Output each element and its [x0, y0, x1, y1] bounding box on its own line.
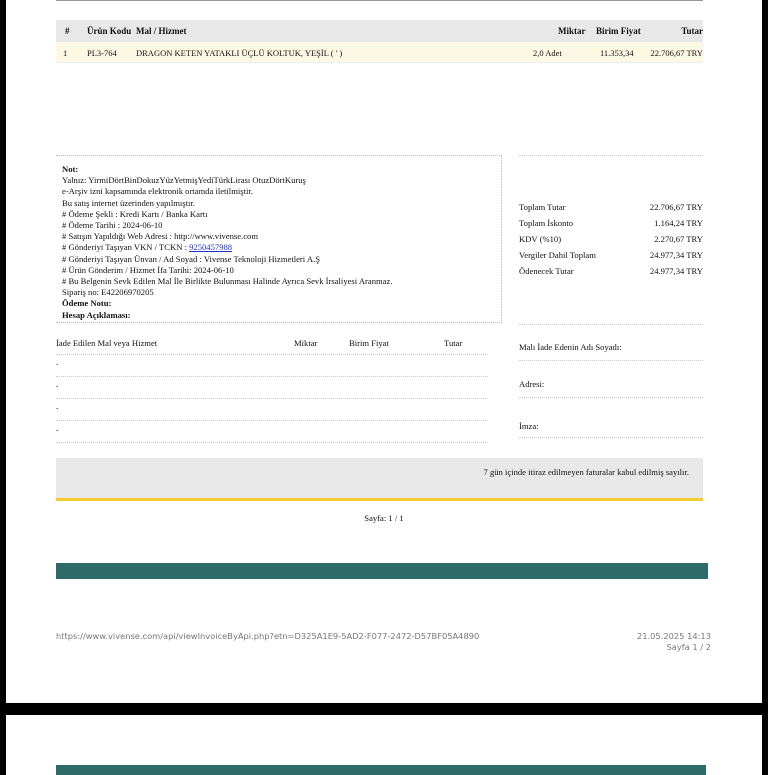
returns-col-price: Birim Fiyat	[349, 338, 389, 348]
total-value: 2.270,67 TRY	[654, 234, 703, 244]
totals-section: Toplam Tutar 22.706,67 TRY Toplam İskont…	[519, 155, 703, 325]
row-total: 22.706,67 TRY	[650, 48, 703, 58]
note-line: Sipariş no: E42206970205	[62, 287, 154, 298]
signature-label: İmza:	[519, 421, 539, 431]
items-table-header: # Ürün Kodu Mal / Hizmet Miktar Birim Fi…	[56, 20, 703, 42]
print-stamp: 21.05.2025 14:13 Sayfa 1 / 2	[637, 631, 711, 653]
sign-divider	[519, 437, 703, 438]
returns-divider	[56, 354, 488, 356]
total-value: 24.977,34 TRY	[649, 266, 703, 276]
note-line: # Gönderiyi Taşıyan Ünvan / Ad Soyad : V…	[62, 253, 320, 264]
note-line: Yalnız: YirmiDörtBinDokuzYüzYetmişYediTü…	[62, 175, 306, 186]
note-line: # Gönderiyi Taşıyan VKN / TCKN : 9250457…	[62, 242, 501, 253]
col-code: Ürün Kodu	[87, 26, 132, 36]
row-qty: 2,0 Adet	[533, 48, 562, 58]
total-value: 22.706,67 TRY	[649, 202, 703, 212]
print-url: https://www.vivense.com/api/viewInvoiceB…	[56, 631, 480, 641]
total-label: KDV (%10)	[519, 234, 562, 244]
row-price: 11.353,34	[600, 48, 634, 58]
total-row: Vergiler Dahil Toplam 24.977,34 TRY	[519, 250, 703, 266]
returns-row: .	[56, 357, 59, 367]
note-line: # Satışın Yapıldığı Web Adresi : http://…	[62, 231, 259, 242]
col-qty: Miktar	[558, 26, 586, 36]
sign-divider	[519, 360, 703, 361]
total-label: Toplam İskonto	[519, 218, 574, 228]
print-page-count: Sayfa 1 / 2	[666, 642, 711, 652]
returns-col-qty: Miktar	[294, 338, 318, 348]
total-value: 24.977,34 TRY	[649, 250, 703, 260]
returns-divider	[56, 376, 488, 378]
payment-note-label: Ödeme Notu:	[62, 298, 112, 309]
address-label: Adresi:	[519, 379, 545, 389]
col-no: #	[65, 26, 70, 36]
returns-row: .	[56, 401, 59, 411]
col-price: Birim Fiyat	[596, 26, 641, 36]
row-no: 1	[63, 48, 68, 58]
note-line: # Ödeme Şekli : Kredi Kartı / Banka Kart…	[62, 208, 208, 219]
returns-col-total: Tutar	[444, 338, 463, 348]
total-label: Ödenecek Tutar	[519, 266, 574, 276]
page-number: Sayfa: 1 / 1	[364, 513, 404, 523]
col-total: Tutar	[681, 26, 703, 36]
row-desc: DRAGON KETEN YATAKLI ÜÇLÜ KOLTUK, YEŞİL …	[136, 48, 343, 58]
note-line: # Ürün Gönderim / Hizmet İfa Tarihi: 202…	[62, 264, 234, 275]
returns-row: .	[56, 423, 59, 433]
returns-divider	[56, 420, 488, 422]
total-label: Toplam Tutar	[519, 202, 566, 212]
total-label: Vergiler Dahil Toplam	[519, 250, 596, 260]
print-datetime: 21.05.2025 14:13	[636, 631, 711, 641]
returns-divider	[56, 398, 488, 400]
sign-divider	[519, 397, 703, 398]
next-page-header-band	[56, 765, 706, 775]
returns-col-item: İade Edilen Mal veya Hizmet	[56, 338, 158, 348]
account-desc-label: Hesap Açıklaması:	[62, 309, 131, 320]
note-line: e-Arşiv izni kapsamında elektronik ortam…	[62, 186, 253, 197]
notes-section: Not: Yalnız: YirmiDörtBinDokuzYüzYetmişY…	[56, 155, 502, 323]
footer-band	[56, 563, 708, 579]
returns-divider	[56, 442, 488, 444]
top-divider	[56, 0, 703, 1]
carrier-vkn-link[interactable]: 9250457988	[189, 242, 232, 252]
invoice-page: # Ürün Kodu Mal / Hizmet Miktar Birim Fi…	[6, 0, 762, 703]
table-row: 1 PL3-764 DRAGON KETEN YATAKLI ÜÇLÜ KOLT…	[56, 42, 703, 63]
returner-name-label: Malı İade Edenin Adı Soyadı:	[519, 342, 622, 352]
note-line: Bu satış internet üzerinden yapılmıştır.	[62, 197, 195, 208]
notes-title: Not:	[62, 164, 79, 174]
carrier-vkn-label: # Gönderiyi Taşıyan VKN / TCKN :	[62, 242, 190, 253]
note-line: # Bu Belgenin Sevk Edilen Mal İle Birlik…	[62, 276, 393, 287]
total-row: KDV (%10) 2.270,67 TRY	[519, 234, 703, 250]
total-row: Ödenecek Tutar 24.977,34 TRY	[519, 266, 703, 282]
col-desc: Mal / Hizmet	[136, 26, 187, 36]
total-value: 1.164,24 TRY	[654, 218, 703, 228]
note-line: # Ödeme Tarihi : 2024-06-10	[62, 220, 163, 231]
returns-row: .	[56, 379, 59, 389]
total-row: Toplam Tutar 22.706,67 TRY	[519, 202, 703, 218]
objection-notice: 7 gün içinde itiraz edilmeyen faturalar …	[56, 458, 703, 501]
notice-text: 7 gün içinde itiraz edilmeyen faturalar …	[483, 467, 689, 477]
total-row: Toplam İskonto 1.164,24 TRY	[519, 218, 703, 234]
next-page	[6, 715, 762, 775]
row-code: PL3-764	[87, 48, 117, 58]
